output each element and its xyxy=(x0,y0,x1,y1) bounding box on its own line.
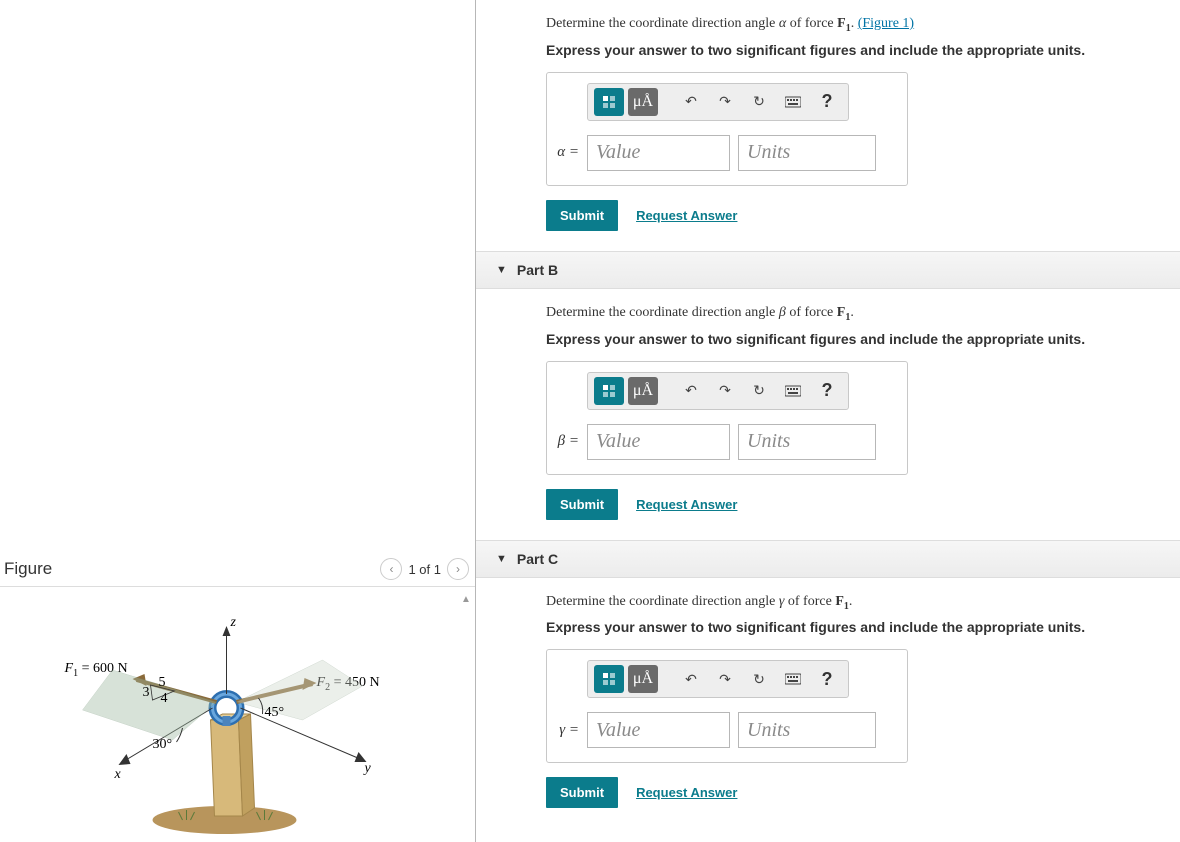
symbols-button[interactable]: μÅ xyxy=(628,665,658,693)
undo-button[interactable]: ↶ xyxy=(676,377,706,405)
part-c-body: Determine the coordinate direction angle… xyxy=(476,578,1180,829)
ratio-4-label: 4 xyxy=(161,691,168,706)
part-c-answer-box: μÅ ↶ ↷ ↻ ? γ = Value Units xyxy=(546,649,908,763)
figure-next-button[interactable]: › xyxy=(447,558,469,580)
help-button[interactable]: ? xyxy=(812,88,842,116)
axis-x-label: x xyxy=(114,767,122,782)
redo-button[interactable]: ↷ xyxy=(710,88,740,116)
caret-down-icon: ▼ xyxy=(496,553,507,565)
part-c-header[interactable]: ▼ Part C xyxy=(476,540,1180,578)
scroll-up-icon[interactable]: ▲ xyxy=(459,592,473,606)
units-input[interactable]: Units xyxy=(738,424,876,460)
part-a-eq-label: α = xyxy=(557,144,579,161)
part-a-answer-box: μÅ ↶ ↷ ↻ ? α = Value Units xyxy=(546,72,908,186)
ratio-3-label: 3 xyxy=(143,685,150,700)
part-b-answer-box: μÅ ↶ ↷ ↻ ? β = Value Units xyxy=(546,361,908,475)
axis-y-label: y xyxy=(363,761,372,776)
templates-button[interactable] xyxy=(594,377,624,405)
question-panel: Determine the coordinate direction angle… xyxy=(476,0,1180,842)
figure-pager: ‹ 1 of 1 › xyxy=(380,558,469,580)
svg-text:x: x xyxy=(114,767,122,782)
svg-text:y: y xyxy=(363,761,372,776)
redo-button[interactable]: ↷ xyxy=(710,665,740,693)
figure-body: ▲ z y xyxy=(0,590,475,842)
answer-toolbar: μÅ ↶ ↷ ↻ ? xyxy=(587,83,849,121)
part-a-instruction: Express your answer to two significant f… xyxy=(546,42,1180,58)
request-answer-link[interactable]: Request Answer xyxy=(636,497,737,512)
keyboard-button[interactable] xyxy=(778,377,808,405)
value-input[interactable]: Value xyxy=(587,135,730,171)
part-c-title: Part C xyxy=(517,551,558,567)
figure-header: Figure ‹ 1 of 1 › xyxy=(0,552,475,587)
svg-text:z: z xyxy=(230,615,237,630)
figure-link[interactable]: (Figure 1) xyxy=(858,16,914,31)
answer-toolbar: μÅ ↶ ↷ ↻ ? xyxy=(587,372,849,410)
figure-prev-button[interactable]: ‹ xyxy=(380,558,402,580)
reset-button[interactable]: ↻ xyxy=(744,665,774,693)
part-b-eq-label: β = xyxy=(557,433,579,450)
part-b-instruction: Express your answer to two significant f… xyxy=(546,331,1180,347)
reset-button[interactable]: ↻ xyxy=(744,377,774,405)
part-c-instruction: Express your answer to two significant f… xyxy=(546,619,1180,635)
reset-button[interactable]: ↻ xyxy=(744,88,774,116)
symbols-button[interactable]: μÅ xyxy=(628,377,658,405)
part-a-prompt: Determine the coordinate direction angle… xyxy=(546,16,1180,34)
redo-button[interactable]: ↷ xyxy=(710,377,740,405)
ratio-5-label: 5 xyxy=(159,675,166,690)
units-input[interactable]: Units xyxy=(738,712,876,748)
part-a-body: Determine the coordinate direction angle… xyxy=(476,0,1180,251)
figure-illustration: z y x F2 = 450 N 45° F1 = xyxy=(0,590,475,840)
angle-45-label: 45° xyxy=(265,705,285,720)
submit-button[interactable]: Submit xyxy=(546,200,618,231)
angle-30-label: 30° xyxy=(153,737,173,752)
part-c-eq-label: γ = xyxy=(557,722,579,739)
request-answer-link[interactable]: Request Answer xyxy=(636,208,737,223)
figure-panel: Figure ‹ 1 of 1 › ▲ xyxy=(0,0,476,842)
submit-button[interactable]: Submit xyxy=(546,489,618,520)
answer-toolbar: μÅ ↶ ↷ ↻ ? xyxy=(587,660,849,698)
keyboard-button[interactable] xyxy=(778,88,808,116)
value-input[interactable]: Value xyxy=(587,712,730,748)
part-b-title: Part B xyxy=(517,262,558,278)
help-button[interactable]: ? xyxy=(812,665,842,693)
undo-button[interactable]: ↶ xyxy=(676,665,706,693)
part-b-header[interactable]: ▼ Part B xyxy=(476,251,1180,289)
part-b-prompt: Determine the coordinate direction angle… xyxy=(546,305,1180,323)
help-button[interactable]: ? xyxy=(812,377,842,405)
templates-button[interactable] xyxy=(594,88,624,116)
axis-z-label: z xyxy=(230,615,237,630)
figure-pager-text: 1 of 1 xyxy=(408,562,441,577)
symbols-button[interactable]: μÅ xyxy=(628,88,658,116)
undo-button[interactable]: ↶ xyxy=(676,88,706,116)
keyboard-button[interactable] xyxy=(778,665,808,693)
value-input[interactable]: Value xyxy=(587,424,730,460)
templates-button[interactable] xyxy=(594,665,624,693)
part-b-body: Determine the coordinate direction angle… xyxy=(476,289,1180,540)
units-input[interactable]: Units xyxy=(738,135,876,171)
request-answer-link[interactable]: Request Answer xyxy=(636,785,737,800)
submit-button[interactable]: Submit xyxy=(546,777,618,808)
figure-title: Figure xyxy=(4,559,52,579)
part-c-prompt: Determine the coordinate direction angle… xyxy=(546,594,1180,612)
caret-down-icon: ▼ xyxy=(496,264,507,276)
